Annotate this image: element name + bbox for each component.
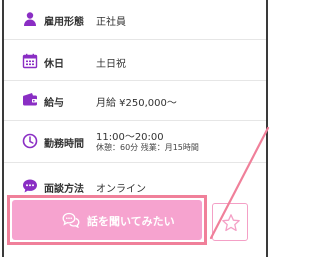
detail-row-working-hours: 勤務時間 11:00〜20:00 休憩：60分 残業：月15時間 (4, 121, 266, 163)
star-icon (222, 214, 240, 232)
wallet-icon (22, 92, 38, 108)
calendar-icon (22, 53, 38, 69)
detail-subvalue: 休憩：60分 残業：月15時間 (96, 143, 199, 152)
detail-value: 11:00〜20:00 (96, 132, 164, 143)
detail-row-employment-type: 雇用形態 正社員 (4, 0, 266, 40)
detail-label: 休日 (44, 59, 64, 70)
talk-request-button[interactable]: 話を聞いてみたい (12, 200, 202, 240)
person-icon (22, 11, 38, 27)
detail-value: 土日祝 (96, 59, 126, 70)
clock-icon (22, 133, 38, 149)
detail-value: 正社員 (96, 17, 126, 28)
favorite-button[interactable] (212, 203, 248, 241)
detail-value: 月給 ¥250,000〜 (96, 98, 177, 109)
chat-bubbles-icon (62, 212, 80, 229)
detail-label: 給与 (44, 98, 64, 109)
detail-label: 面談方法 (44, 184, 84, 195)
chat-icon (22, 178, 38, 194)
detail-label: 雇用形態 (44, 17, 84, 28)
detail-value: オンライン (96, 184, 146, 195)
detail-row-holidays: 休日 土日祝 (4, 40, 266, 81)
talk-request-label: 話を聞いてみたい (87, 215, 175, 228)
job-detail-card: 雇用形態 正社員 休日 土日祝 給与 月給 ¥250,000〜 勤務時間 11:… (0, 0, 270, 257)
detail-label: 勤務時間 (44, 139, 84, 150)
right-edge (266, 0, 268, 257)
detail-row-salary: 給与 月給 ¥250,000〜 (4, 81, 266, 121)
